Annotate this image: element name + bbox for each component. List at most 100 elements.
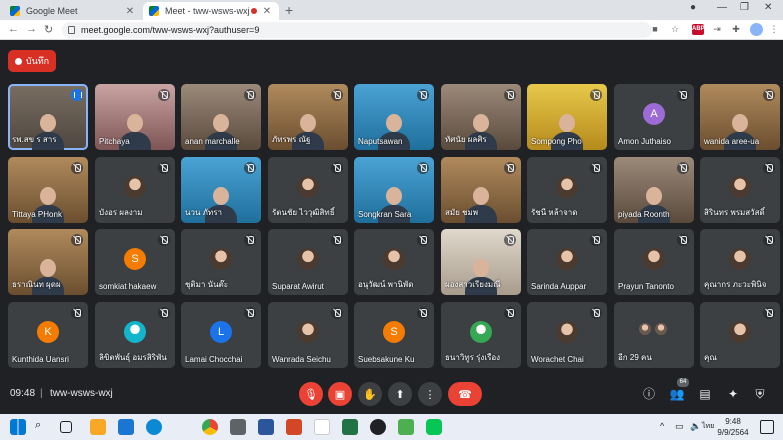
extensions-puzzle-icon[interactable]: ✚ (731, 24, 741, 34)
app-icon-green[interactable] (398, 419, 414, 435)
task-view-icon[interactable] (60, 421, 72, 433)
participant-tile[interactable]: piyada Roonth (614, 157, 694, 223)
participant-tile[interactable]: Songkran Sara (354, 157, 434, 223)
windows-start-icon[interactable] (10, 419, 26, 435)
participant-tile[interactable]: Wanrada Seichu (268, 302, 348, 368)
participant-tile[interactable]: Pitchaya (95, 84, 175, 150)
host-controls-icon[interactable]: ⛨ (752, 386, 768, 402)
word-icon[interactable] (258, 419, 274, 435)
meeting-details-icon[interactable]: ⓘ (641, 386, 657, 402)
participant-tile[interactable]: อีก 29 คน (614, 302, 694, 368)
chrome-profile-avatar[interactable] (750, 23, 763, 36)
raise-hand-button[interactable]: ✋ (358, 382, 382, 406)
taskbar-date[interactable]: 9/9/2564 (712, 427, 754, 438)
minimize-icon[interactable]: — (717, 2, 727, 13)
participant-tile[interactable]: Suparat Awirut (268, 229, 348, 295)
app-icon-dark[interactable] (370, 419, 386, 435)
new-tab-icon[interactable]: + (285, 2, 293, 18)
participant-tile[interactable]: L Lamai Chocchai (181, 302, 261, 368)
more-options-button[interactable]: ⋮ (418, 382, 442, 406)
extension-arrow-icon[interactable]: ⇥ (712, 24, 722, 34)
taskbar-time[interactable]: 9:48 (716, 416, 750, 427)
participant-tile[interactable]: ธนาวิทูร รุ่งเรือง (441, 302, 521, 368)
reload-icon[interactable]: ↻ (44, 23, 53, 36)
participant-avatar: S (124, 248, 146, 270)
participant-tile[interactable]: ภัทรพร ณัฐ (268, 84, 348, 150)
tab-google-meet[interactable]: Google Meet ✕ (4, 2, 142, 20)
participant-tile[interactable]: รัตนชัย ไววุฒิสิทธิ์ (268, 157, 348, 223)
recording-button[interactable]: บันทึก (8, 50, 56, 72)
search-icon[interactable]: ⌕ (35, 419, 51, 435)
participant-avatar (297, 176, 319, 198)
line-icon[interactable] (426, 419, 442, 435)
close-tab-icon[interactable]: ✕ (124, 6, 136, 17)
participant-tile[interactable]: ธราณินท ผุดผ (8, 229, 88, 295)
participant-tile[interactable]: Ssomkiat hakaew (95, 229, 175, 295)
participant-tile[interactable]: นวน ภัทรา (181, 157, 261, 223)
tray-chevron-icon[interactable]: ^ (660, 421, 664, 431)
participant-tile[interactable]: ผองสาวเรียงมณี (441, 229, 521, 295)
app-icon-white[interactable] (314, 419, 330, 435)
people-icon[interactable]: 👥 (669, 386, 685, 402)
participant-name: Kunthida Uansri (12, 355, 69, 364)
hand-icon: ✋ (363, 388, 377, 401)
chrome-menu-icon[interactable]: ⋮ (769, 24, 779, 34)
participant-tile[interactable]: บังอร ผลงาม (95, 157, 175, 223)
participant-tile[interactable]: Prayun Tanonto (614, 229, 694, 295)
participant-tile[interactable]: Tittaya PHonk (8, 157, 88, 223)
recording-indicator-icon (251, 8, 257, 14)
forward-icon[interactable]: → (26, 23, 37, 35)
participant-tile[interactable]: Naputsawan (354, 84, 434, 150)
close-window-icon[interactable]: ✕ (764, 2, 772, 13)
bookmark-star-icon[interactable]: ☆ (670, 24, 680, 34)
participant-tile[interactable]: K Kunthida Uansri (8, 302, 88, 368)
adblock-icon[interactable]: ABP (692, 24, 705, 35)
participant-tile[interactable]: รพ.สข ร สาร (8, 84, 88, 150)
camera-in-use-icon[interactable]: ■ (650, 24, 660, 34)
participant-name: บังอร ผลงาม (99, 208, 143, 217)
participant-tile[interactable]: A Amon Juthaiso (614, 84, 694, 150)
excel-icon[interactable] (342, 419, 358, 435)
edge-icon[interactable] (146, 419, 162, 435)
participant-tile[interactable]: รัชนี หล้าจาด (527, 157, 607, 223)
volume-icon[interactable]: 🔈 (690, 421, 701, 432)
close-tab-icon[interactable]: ✕ (261, 6, 273, 17)
recording-label: บันทึก (25, 56, 50, 66)
participant-tile[interactable]: คุณากร ภะวะพินิจ (700, 229, 780, 295)
participant-tile[interactable]: สิรินทร พรมสวัสดิ์ (700, 157, 780, 223)
participant-name: ทัศนัย ผลศิร (445, 135, 487, 144)
leave-call-button[interactable]: ☎ (448, 382, 482, 406)
maximize-icon[interactable]: ❐ (740, 2, 749, 13)
participant-tile[interactable]: คุณ (700, 302, 780, 368)
participant-tile[interactable]: สมัย ชมพ (441, 157, 521, 223)
participant-tile[interactable]: wanida aree-ua (700, 84, 780, 150)
participant-tile[interactable]: Worachet Chai (527, 302, 607, 368)
participant-tile[interactable]: อนุวัฒน์ พานิพัด (354, 229, 434, 295)
address-bar[interactable]: meet.google.com/tww-wsws-wxj?authuser=9 (62, 22, 652, 38)
settings-icon[interactable] (230, 419, 246, 435)
participant-tile[interactable]: Sompong Pho (527, 84, 607, 150)
chat-icon[interactable]: ▤ (697, 386, 713, 402)
camera-toggle-button[interactable]: ▣ (328, 382, 352, 406)
participant-tile[interactable]: anan marchalle (181, 84, 261, 150)
mic-muted-icon (331, 234, 343, 246)
app-icon-yellow[interactable] (90, 419, 106, 435)
mic-toggle-button[interactable]: 🎙 (299, 382, 323, 406)
notification-icon[interactable] (760, 420, 774, 434)
participant-avatar (556, 321, 578, 343)
back-icon[interactable]: ← (8, 23, 19, 35)
file-explorer-icon[interactable] (118, 419, 134, 435)
participant-tile[interactable]: ลิขิตพันธุ์ อมรสิริพัน (95, 302, 175, 368)
tab-meet-call[interactable]: Meet - tww-wsws-wxj ✕ (143, 2, 279, 20)
profile-circle-icon[interactable]: ● (690, 2, 696, 13)
network-icon[interactable]: ▭ (675, 421, 684, 432)
participant-tile[interactable]: Sarinda Auppar (527, 229, 607, 295)
activities-icon[interactable]: ✦ (725, 386, 741, 402)
present-button[interactable]: ⬆ (388, 382, 412, 406)
powerpoint-icon[interactable] (286, 419, 302, 435)
participant-tile[interactable]: ทัศนัย ผลศิร (441, 84, 521, 150)
participant-tile[interactable]: S Suebsakune Ku (354, 302, 434, 368)
chrome-icon[interactable] (202, 419, 218, 435)
participant-tile[interactable]: ชุติมา นันต๊ะ (181, 229, 261, 295)
more-participants-avatars (638, 322, 668, 336)
